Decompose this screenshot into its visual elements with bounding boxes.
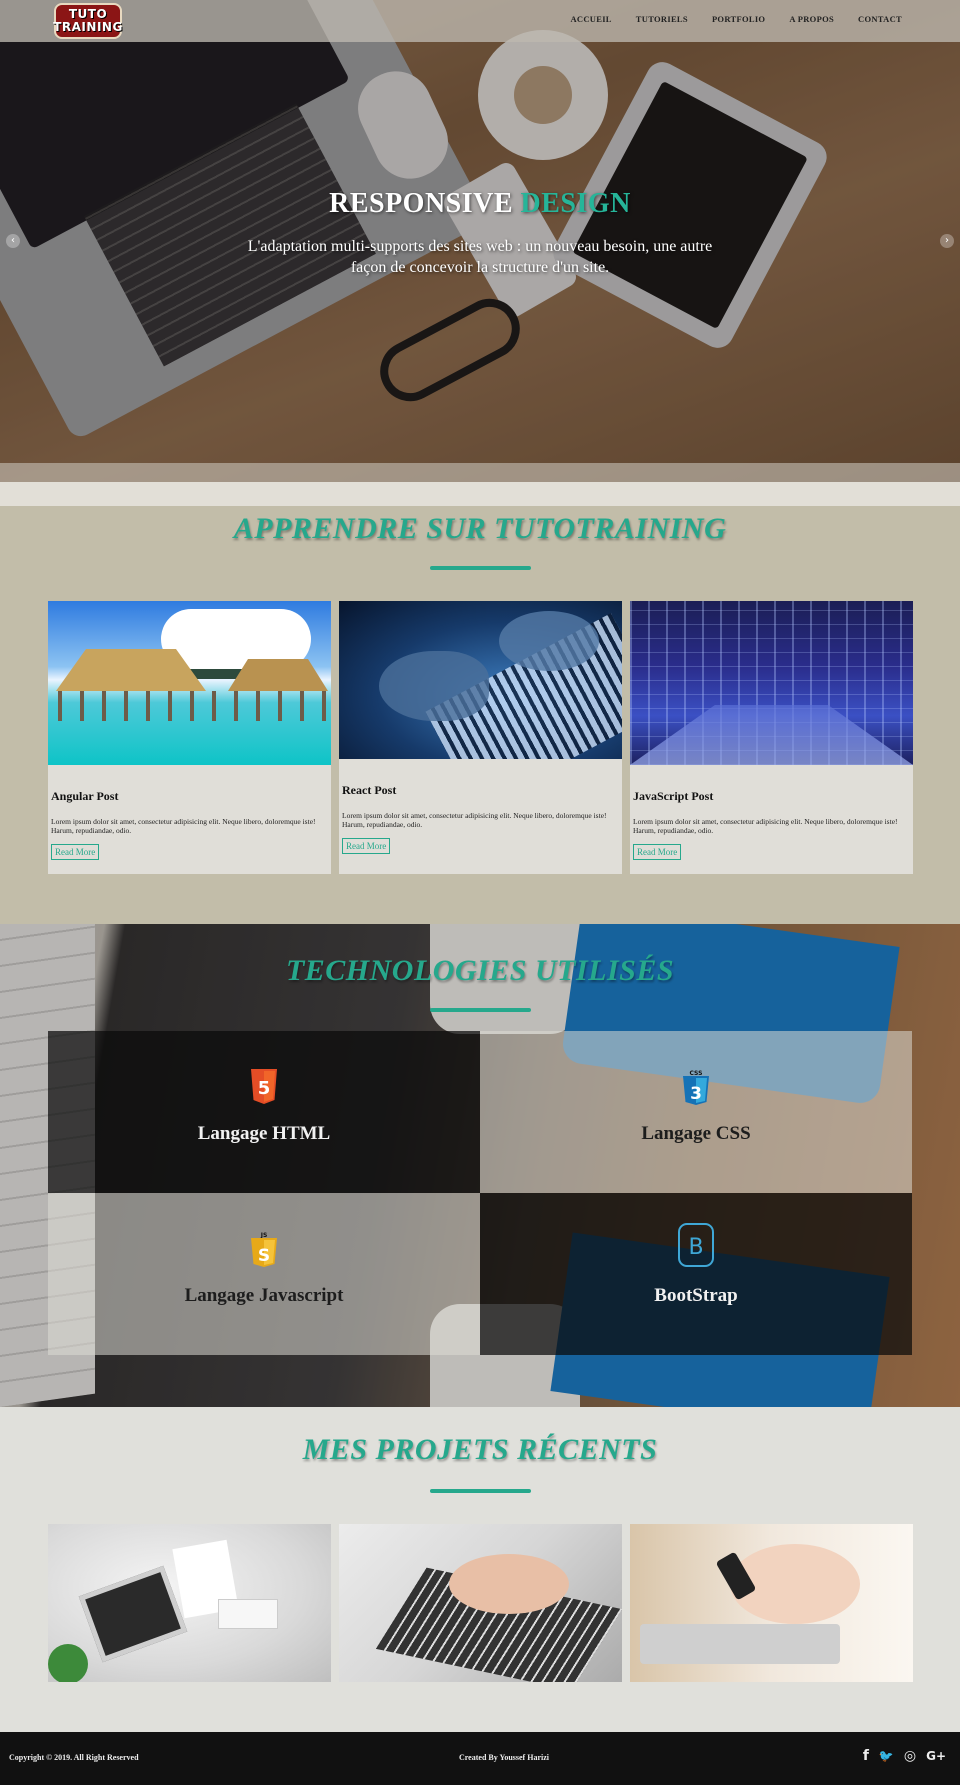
tech-label: Langage HTML <box>197 1123 331 1144</box>
hero-bottom-band <box>0 463 960 482</box>
post-card-title: Angular Post <box>51 789 119 803</box>
post-card-title: React Post <box>342 783 397 797</box>
facebook-icon[interactable]: f <box>863 1747 869 1765</box>
learn-section-top-band <box>0 482 960 506</box>
main-menu: ACCUEIL TUTORIELS PORTFOLIO A PROPOS CON… <box>546 14 902 24</box>
svg-text:5: 5 <box>258 1078 271 1099</box>
chevron-right-icon: › <box>945 235 949 246</box>
technologies-section-title: TECHNOLOGIES UTILISÉS <box>285 954 675 987</box>
read-more-button[interactable]: Read More <box>342 838 391 854</box>
svg-text:B: B <box>688 1235 703 1260</box>
footer-social-links: f 🐦 ◎ G+ <box>863 1747 946 1765</box>
tech-tile-bootstrap: B BootStrap <box>480 1193 912 1355</box>
svg-text:JS: JS <box>260 1232 268 1239</box>
technologies-section: TECHNOLOGIES UTILISÉS 5 Langage HTML CSS… <box>0 924 960 1407</box>
hero-carousel: RESPONSIVE DESIGN L'adaptation multi-sup… <box>0 0 960 482</box>
post-card-react: React Post Lorem ipsum dolor sit amet, c… <box>339 601 622 874</box>
projects-section-divider <box>430 1489 531 1493</box>
post-card-title: JavaScript Post <box>633 789 714 803</box>
nav-link-accueil[interactable]: ACCUEIL <box>570 14 611 24</box>
nav-link-a-propos[interactable]: A PROPOS <box>789 14 834 24</box>
hero-title: RESPONSIVE DESIGN <box>0 188 960 220</box>
post-card-image <box>339 601 622 759</box>
projects-section-title: MES PROJETS RÉCENTS <box>302 1433 658 1466</box>
svg-text:CSS: CSS <box>690 1070 703 1077</box>
tech-tile-html: 5 Langage HTML <box>48 1031 480 1193</box>
hero-subtitle: L'adaptation multi-supports des sites we… <box>247 238 713 276</box>
nav-link-tutoriels[interactable]: TUTORIELS <box>636 14 688 24</box>
read-more-button[interactable]: Read More <box>51 844 100 860</box>
hero-title-main: RESPONSIVE <box>329 188 514 219</box>
google-plus-icon[interactable]: G+ <box>926 1747 946 1765</box>
post-card-angular: Angular Post Lorem ipsum dolor sit amet,… <box>48 601 331 874</box>
post-card-text: Lorem ipsum dolor sit amet, consectetur … <box>342 811 607 829</box>
tech-label: Langage CSS <box>641 1123 751 1144</box>
project-thumbnail-2[interactable] <box>339 1524 622 1682</box>
post-card-text: Lorem ipsum dolor sit amet, consectetur … <box>633 817 898 835</box>
javascript-icon: JS S <box>251 1232 277 1267</box>
tech-tile-javascript: JS S Langage Javascript <box>48 1193 480 1355</box>
logo-badge: TUTO TRAINING <box>53 3 123 39</box>
tech-label: BootStrap <box>654 1285 738 1306</box>
tech-tile-css: CSS 3 Langage CSS <box>480 1031 912 1193</box>
top-navbar: TUTO TRAINING ACCUEIL TUTORIELS PORTFOLI… <box>0 0 960 42</box>
site-footer: Copyright © 2019. All Right Reserved Cre… <box>0 1732 960 1785</box>
svg-text:S: S <box>258 1246 270 1266</box>
post-card-image <box>630 601 913 765</box>
nav-link-portfolio[interactable]: PORTFOLIO <box>712 14 765 24</box>
footer-credit: Created By Youssef Harizi <box>459 1753 549 1762</box>
tech-label: Langage Javascript <box>184 1285 344 1306</box>
read-more-button[interactable]: Read More <box>633 844 682 860</box>
post-card-javascript: JavaScript Post Lorem ipsum dolor sit am… <box>630 601 913 874</box>
projects-section: MES PROJETS RÉCENTS <box>0 1407 960 1732</box>
logo-line-2: TRAINING <box>53 20 123 34</box>
bootstrap-icon: B <box>678 1223 714 1267</box>
learn-section-divider <box>430 566 531 570</box>
project-thumbnail-1[interactable] <box>48 1524 331 1682</box>
chevron-left-icon: ‹ <box>11 235 15 246</box>
site-logo[interactable]: TUTO TRAINING <box>53 3 123 39</box>
footer-copyright: Copyright © 2019. All Right Reserved <box>9 1753 139 1762</box>
learn-section-title: APPRENDRE SUR TUTOTRAINING <box>233 512 727 545</box>
hero-title-accent: DESIGN <box>520 188 631 219</box>
css3-icon: CSS 3 <box>683 1070 709 1105</box>
carousel-next-button[interactable]: › <box>940 234 954 248</box>
learn-section: APPRENDRE SUR TUTOTRAINING Angular Post … <box>0 482 960 924</box>
instagram-icon[interactable]: ◎ <box>904 1747 916 1765</box>
project-thumbnail-3[interactable] <box>630 1524 913 1682</box>
technologies-section-divider <box>430 1008 531 1012</box>
twitter-icon[interactable]: 🐦 <box>879 1747 894 1765</box>
nav-link-contact[interactable]: CONTACT <box>858 14 902 24</box>
carousel-prev-button[interactable]: ‹ <box>6 234 20 248</box>
svg-text:3: 3 <box>690 1084 702 1104</box>
post-card-text: Lorem ipsum dolor sit amet, consectetur … <box>51 817 316 835</box>
post-card-image <box>48 601 331 765</box>
html5-icon: 5 <box>251 1069 277 1104</box>
